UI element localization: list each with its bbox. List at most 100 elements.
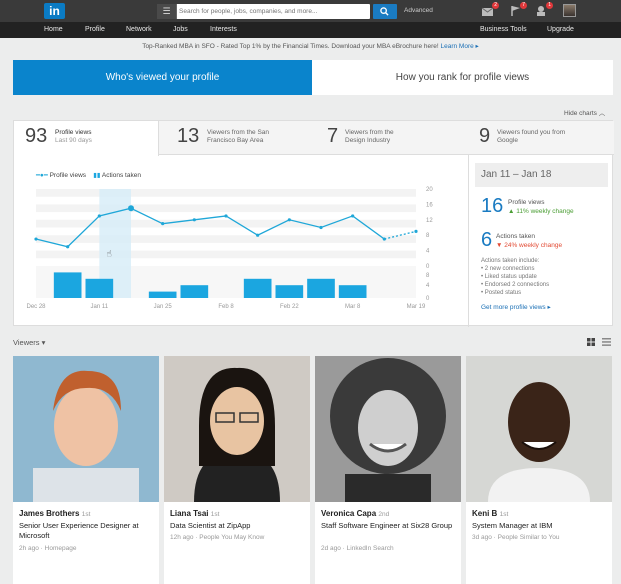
viewer-photo[interactable] [13,356,159,502]
advanced-search-link[interactable]: Advanced [404,7,433,14]
actions-bar [338,285,367,298]
action-item: • 2 new connections [481,266,535,272]
profile-views-point [319,225,323,230]
grid-band [36,189,416,197]
viewer-name[interactable]: Keni B 1st [472,509,508,518]
action-item: • Endorsed 2 connections [481,282,550,288]
chart-legend: ━●━ Profile views ▮▮ Actions taken [36,171,141,179]
notifications-badge: 7 [520,2,527,9]
viewer-card[interactable]: Liana Tsai 1st Data Scientist at ZipApp … [164,356,310,584]
list-view-icon[interactable] [602,338,611,346]
search-icon [380,7,389,16]
stat-number: 13 [177,125,200,147]
promo-learn-more-link[interactable]: Learn More ▸ [441,43,479,50]
viewer-photo[interactable] [315,356,461,502]
profile-views-point [382,237,386,241]
viewers-filter-dropdown[interactable]: Viewers ▾ [13,338,45,347]
viewer-title: System Manager at IBM [472,521,553,530]
profile-views-point [224,214,228,218]
actions-bar [53,272,82,298]
weekly-actions-label: Actions taken [496,233,536,240]
stat-label: Viewers from the San Francisco Bay Area [207,129,270,144]
actions-include-title: Actions taken include: [481,258,540,264]
weekly-actions-number: 6 [481,229,493,251]
nav-interests[interactable]: Interests [210,26,237,33]
profile-views-point [34,237,38,241]
viewer-card[interactable]: Keni B 1st System Manager at IBM 3d ago … [466,356,612,584]
viewer-card[interactable]: Veronica Capa 2nd Staff Software Enginee… [315,356,461,584]
pointer-cursor-icon: ☝ [106,249,111,259]
stat-label: Viewers from the Design Industry [345,129,394,144]
nav-upgrade[interactable]: Upgrade [547,26,574,33]
nav-jobs[interactable]: Jobs [173,26,188,33]
hide-charts-toggle[interactable]: Hide charts ︿ [564,107,605,117]
get-more-views-link[interactable]: Get more profile views ▸ [481,303,551,311]
notifications-flag-icon[interactable]: 7 [509,2,527,17]
search-input[interactable] [179,4,369,19]
legend-actions-taken: Actions taken [101,172,141,179]
y-tick-label: 12 [426,218,433,224]
weekly-views-change: ▲ 11% weekly change [508,208,574,215]
viewer-meta: 12h ago · People You May Know [170,534,265,541]
profile-views-point [256,233,260,237]
tab-how-you-rank[interactable]: How you rank for profile views [312,60,613,95]
viewer-title: Staff Software Engineer at Six28 Group [321,521,453,530]
viewer-title: Data Scientist at ZipApp [170,521,251,530]
add-connections-icon[interactable]: 1 [535,2,553,17]
nav-business-tools[interactable]: Business Tools [480,26,527,33]
grid-view-icon[interactable] [587,338,595,346]
connections-badge: 1 [546,2,553,9]
date-range: Jan 11 – Jan 18 [475,163,608,187]
actions-bar [180,285,209,298]
legend-line-icon: ━●━ [36,172,48,179]
x-tick-label: Feb 22 [280,304,299,310]
tab-whos-viewed[interactable]: Who's viewed your profile [13,60,312,95]
viewer-photo[interactable] [164,356,310,502]
y-tick-label: 8 [426,273,430,279]
y-tick-label: 4 [426,283,430,289]
messages-badge: 2 [492,2,499,9]
profile-views-point [128,205,134,212]
profile-views-point [351,214,355,218]
actions-bar [148,291,177,298]
stat-label: Profile views Last 90 days [55,129,92,144]
stat-design-industry[interactable]: 7 Viewers from the Design Industry [327,121,457,155]
top-bar: in ☰ Advanced 2 7 1 [0,0,621,22]
nav-home[interactable]: Home [44,26,63,33]
weekly-summary: Jan 11 – Jan 18 16 Profile views ▲ 11% w… [468,155,614,327]
search-scope-menu-icon[interactable]: ☰ [157,4,177,19]
actions-bar [85,278,114,298]
viewer-meta: 2d ago · LinkedIn Search [321,545,394,552]
viewer-card[interactable]: James Brothers 1st Senior User Experienc… [13,356,159,584]
user-avatar[interactable] [563,4,576,17]
viewer-photo[interactable] [466,356,612,502]
profile-views-point [414,229,418,233]
messages-icon[interactable]: 2 [481,2,499,17]
stat-profile-views[interactable]: 93 Profile views Last 90 days [14,121,159,156]
stat-number: 7 [327,125,339,147]
profile-views-point [287,218,291,222]
x-tick-label: Dec 28 [26,304,46,310]
viewer-name[interactable]: Veronica Capa 2nd [321,509,389,518]
promo-banner: Top-Ranked MBA in SFO - Rated Top 1% by … [0,42,621,50]
viewer-name[interactable]: James Brothers 1st [19,509,90,518]
viewer-name[interactable]: Liana Tsai 1st [170,509,219,518]
x-tick-label: Mar 19 [407,304,426,310]
x-tick-label: Jan 11 [91,304,109,310]
x-tick-label: Mar 8 [345,304,361,310]
x-tick-label: Feb 8 [218,304,234,310]
search-box: ☰ [157,4,370,19]
profile-views-chart[interactable]: 20 16 12 8 4 0 8 4 0 Dec 28 Jan 11 Jan 25 Feb 8 Feb 2… [14,181,464,315]
search-button[interactable] [373,4,397,19]
legend-profile-views: Profile views [49,172,87,179]
linkedin-logo[interactable]: in [44,3,65,19]
profile-views-point [97,214,101,218]
nav-network[interactable]: Network [126,26,152,33]
promo-text: Top-Ranked MBA in SFO - Rated Top 1% by … [142,43,439,50]
nav-profile[interactable]: Profile [85,26,105,33]
x-tick-label: Jan 25 [154,304,173,310]
stat-google[interactable]: 9 Viewers found you from Google [479,121,609,155]
actions-bar [307,278,335,298]
chevron-up-icon: ︿ [598,110,606,117]
stat-bay-area[interactable]: 13 Viewers from the San Francisco Bay Ar… [177,121,317,155]
